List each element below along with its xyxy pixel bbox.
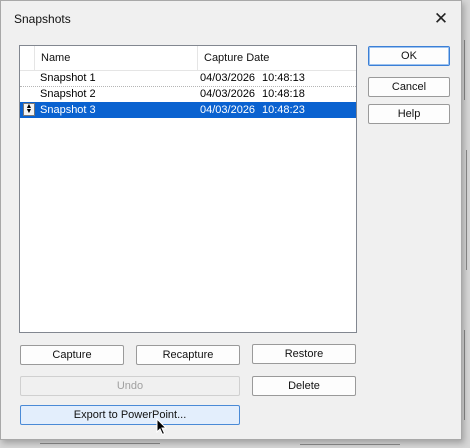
snapshot-name: Snapshot 2 [40,88,96,100]
capture-button[interactable]: Capture [20,345,124,365]
background-line [40,443,160,444]
close-icon[interactable]: ✕ [427,7,455,31]
background-line [464,330,465,420]
restore-button[interactable]: Restore [252,344,356,364]
export-to-powerpoint-button[interactable]: Export to PowerPoint... [20,405,240,425]
background-line [464,40,465,100]
recapture-button[interactable]: Recapture [136,345,240,365]
list-item-selected[interactable]: ▲ ▼ Snapshot 3 04/03/2026 10:48:23 [20,102,356,118]
snapshot-date: 04/03/2026 [200,104,256,116]
column-header-capture-date[interactable]: Capture Date [197,46,355,70]
background-line [300,444,400,445]
list-header: Name Capture Date [20,46,356,71]
snapshot-list[interactable]: Name Capture Date Snapshot 1 04/03/2026 … [19,45,357,333]
background-line [466,150,467,270]
snapshot-name: Snapshot 3 [40,104,96,116]
title-bar: Snapshots ✕ [1,1,461,37]
column-header-name[interactable]: Name [34,46,198,70]
help-button[interactable]: Help [368,104,450,124]
list-item[interactable]: Snapshot 2 04/03/2026 10:48:18 [20,86,356,103]
snapshot-time: 10:48:13 [262,72,305,84]
ok-button[interactable]: OK [368,46,450,66]
snapshots-dialog: Snapshots ✕ Name Capture Date Snapshot 1… [0,0,462,440]
dialog-title: Snapshots [14,12,71,26]
cancel-button[interactable]: Cancel [368,77,450,97]
mouse-cursor-icon [156,418,168,436]
drag-handle-icon[interactable]: ▲ ▼ [23,103,35,116]
snapshot-name: Snapshot 1 [40,72,96,84]
snapshot-date: 04/03/2026 [200,72,256,84]
snapshot-time: 10:48:18 [262,88,305,100]
delete-button[interactable]: Delete [252,376,356,396]
list-item[interactable]: Snapshot 1 04/03/2026 10:48:13 [20,70,356,87]
snapshot-time: 10:48:23 [262,104,305,116]
undo-button[interactable]: Undo [20,376,240,396]
snapshot-date: 04/03/2026 [200,88,256,100]
